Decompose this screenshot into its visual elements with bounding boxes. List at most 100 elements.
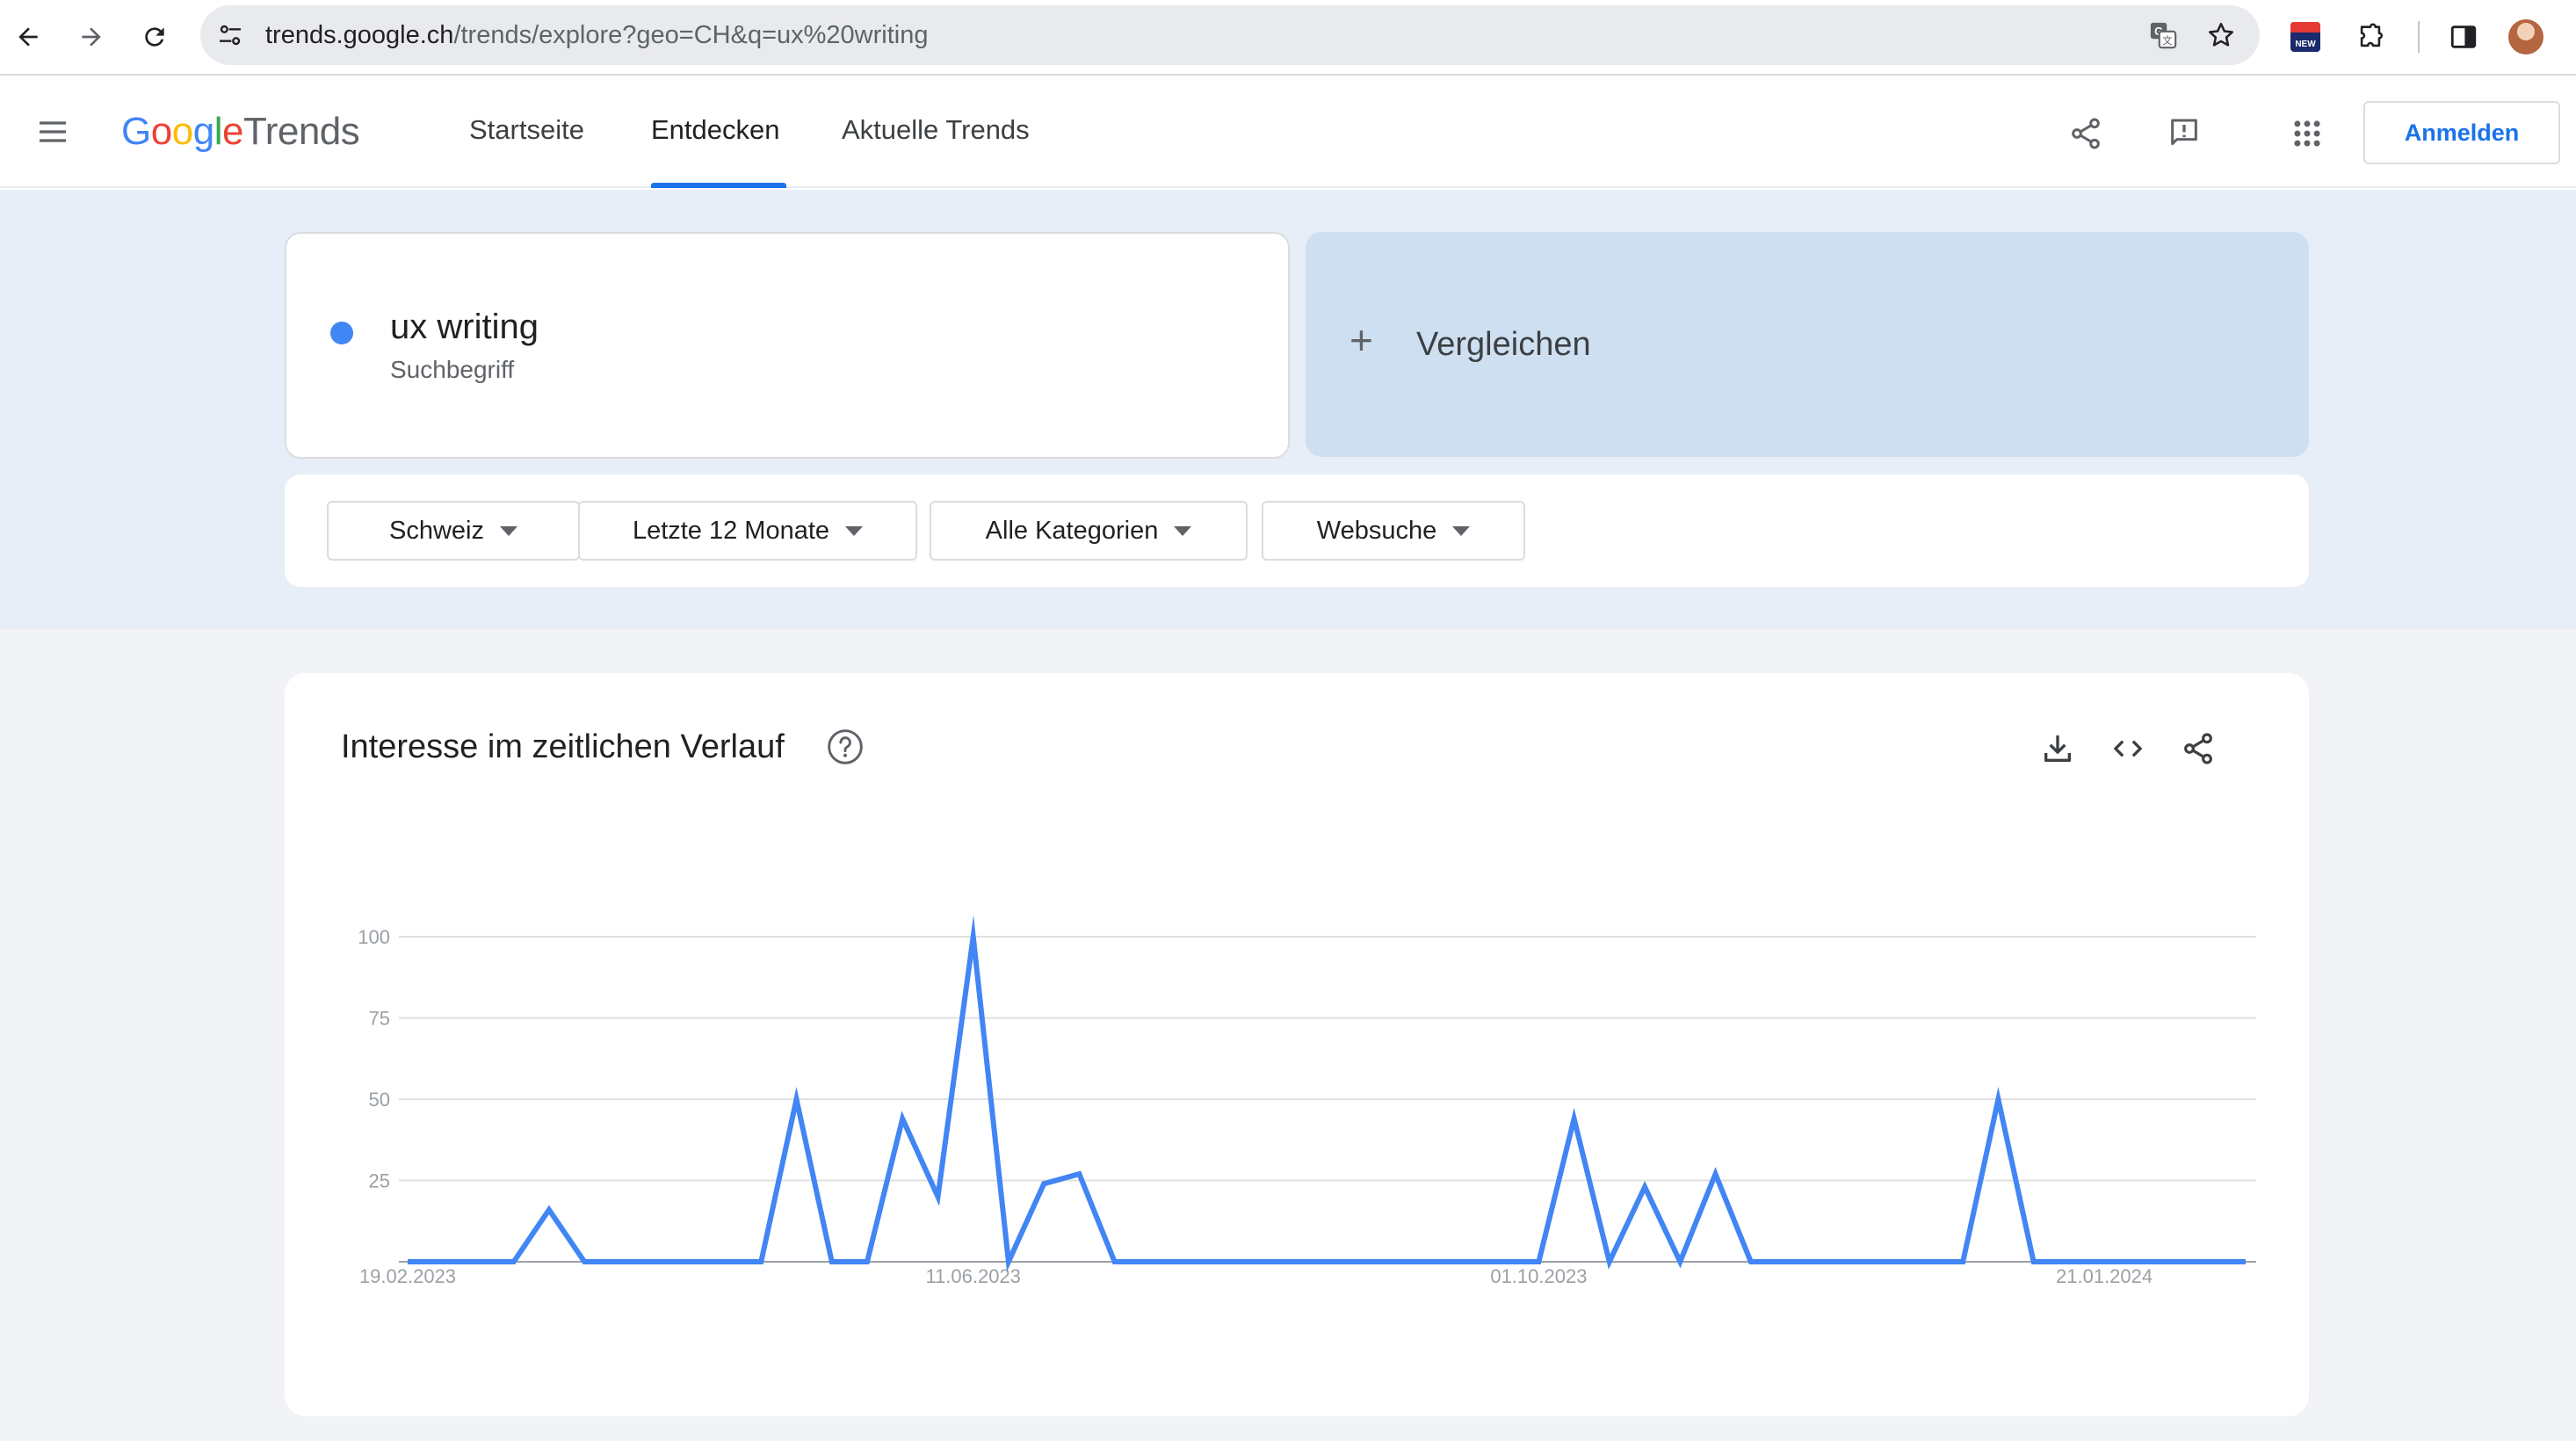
toolbar-divider: [2418, 21, 2420, 53]
data-point[interactable]: [1567, 1112, 1581, 1126]
data-point[interactable]: [1673, 1255, 1687, 1269]
data-point[interactable]: [1213, 1255, 1227, 1269]
data-point[interactable]: [2097, 1255, 2111, 1269]
data-point[interactable]: [612, 1255, 626, 1269]
data-point[interactable]: [648, 1255, 662, 1269]
data-point[interactable]: [754, 1255, 768, 1269]
data-point[interactable]: [2062, 1255, 2076, 1269]
data-point[interactable]: [2168, 1255, 2182, 1269]
data-point[interactable]: [1143, 1255, 1157, 1269]
data-point[interactable]: [2239, 1255, 2253, 1269]
bookmark-star-icon[interactable]: [2205, 19, 2237, 51]
data-point[interactable]: [1037, 1177, 1051, 1191]
data-point[interactable]: [1709, 1167, 1723, 1181]
data-point[interactable]: [1956, 1255, 1970, 1269]
google-trends-logo[interactable]: GoogleTrends: [121, 107, 360, 156]
data-point[interactable]: [1814, 1255, 1828, 1269]
interest-over-time-chart[interactable]: 25507510019.02.2023 11.06.2023 01.10.2023 2…: [285, 673, 2309, 1416]
apps-grid-icon[interactable]: [2286, 112, 2328, 155]
filter-category[interactable]: Alle Kategorien: [930, 501, 1248, 561]
data-point[interactable]: [2027, 1255, 2041, 1269]
chart-title: Interesse im zeitlichen Verlauf: [341, 728, 785, 765]
filter-region[interactable]: Schweiz: [327, 501, 580, 561]
data-point[interactable]: [1496, 1255, 1510, 1269]
embed-code-icon[interactable]: [2107, 728, 2149, 770]
profile-avatar[interactable]: [2508, 19, 2543, 54]
browser-toolbar: trends.google.ch/trends/explore?geo=CH&q…: [0, 0, 2576, 76]
data-point[interactable]: [2132, 1255, 2146, 1269]
share-icon[interactable]: [2177, 728, 2219, 770]
data-point[interactable]: [895, 1112, 909, 1126]
data-point[interactable]: [436, 1255, 450, 1269]
data-point[interactable]: [1531, 1255, 1545, 1269]
data-point[interactable]: [1638, 1180, 1652, 1194]
data-point[interactable]: [1461, 1255, 1475, 1269]
data-point[interactable]: [1779, 1255, 1793, 1269]
data-point[interactable]: [1284, 1255, 1299, 1269]
data-point[interactable]: [966, 930, 980, 944]
data-point[interactable]: [1355, 1255, 1369, 1269]
side-panel-icon[interactable]: [2444, 18, 2483, 56]
data-point[interactable]: [719, 1255, 733, 1269]
extensions-puzzle-icon[interactable]: [2351, 18, 2390, 56]
filter-region-label: Schweiz: [389, 516, 484, 545]
data-point[interactable]: [1744, 1255, 1758, 1269]
data-point[interactable]: [930, 1190, 944, 1204]
url-text[interactable]: trends.google.ch/trends/explore?geo=CH&q…: [265, 21, 928, 49]
menu-icon[interactable]: [33, 112, 72, 151]
data-point[interactable]: [542, 1203, 556, 1217]
data-point[interactable]: [684, 1255, 698, 1269]
data-point[interactable]: [1249, 1255, 1263, 1269]
y-tick-label: 25: [369, 1170, 390, 1192]
tab-startseite[interactable]: Startseite: [469, 112, 584, 148]
news-extension-icon[interactable]: NEW: [2286, 18, 2325, 56]
filter-search-type[interactable]: Websuche: [1262, 501, 1525, 561]
data-point[interactable]: [1921, 1255, 1935, 1269]
data-point[interactable]: [577, 1255, 591, 1269]
y-tick-label: 75: [369, 1008, 390, 1030]
x-tick-label: 11.06.2023: [925, 1265, 1020, 1287]
reload-icon[interactable]: [134, 16, 176, 58]
download-icon[interactable]: [2037, 728, 2079, 770]
forward-icon[interactable]: [70, 16, 112, 58]
logo-trends: Trends: [242, 110, 360, 153]
url-path: /trends/explore?geo=CH&q=ux%20writing: [453, 21, 929, 49]
data-point[interactable]: [1108, 1255, 1122, 1269]
feedback-icon[interactable]: [2163, 112, 2205, 155]
data-point[interactable]: [1885, 1255, 1899, 1269]
signin-button[interactable]: Anmelden: [2363, 101, 2560, 164]
data-point[interactable]: [1178, 1255, 1192, 1269]
interest-over-time-card: 25 50 75 100 19.02.2023 11.06.2023 01.10.2023 2…: [285, 673, 2309, 1416]
logo-letter: e: [221, 110, 243, 153]
data-point[interactable]: [1002, 1255, 1016, 1269]
data-point[interactable]: [1603, 1255, 1617, 1269]
compare-button[interactable]: + Vergleichen: [1306, 232, 2309, 457]
y-tick-label: 50: [369, 1089, 390, 1111]
data-point[interactable]: [1849, 1255, 1863, 1269]
tab-aktuelle-trends[interactable]: Aktuelle Trends: [842, 112, 1030, 148]
data-point[interactable]: [825, 1255, 839, 1269]
data-point[interactable]: [401, 1255, 415, 1269]
address-bar[interactable]: trends.google.ch/trends/explore?geo=CH&q…: [200, 5, 2260, 65]
data-point[interactable]: [471, 1255, 485, 1269]
translate-icon[interactable]: G 文: [2147, 19, 2179, 51]
search-term[interactable]: ux writing: [390, 306, 539, 348]
data-point[interactable]: [507, 1255, 521, 1269]
back-icon[interactable]: [7, 16, 49, 58]
share-icon[interactable]: [2065, 112, 2107, 155]
data-point[interactable]: [1390, 1255, 1404, 1269]
data-point[interactable]: [1072, 1167, 1086, 1181]
site-settings-icon[interactable]: [216, 21, 244, 49]
term-color-dot: [330, 322, 353, 344]
data-point[interactable]: [790, 1092, 804, 1106]
tab-entdecken[interactable]: Entdecken: [651, 112, 780, 148]
filter-time-range[interactable]: Letzte 12 Monate: [578, 501, 917, 561]
data-point[interactable]: [1991, 1092, 2005, 1106]
data-point[interactable]: [860, 1255, 874, 1269]
data-point[interactable]: [1320, 1255, 1334, 1269]
filter-category-label: Alle Kategorien: [985, 516, 1159, 545]
help-icon[interactable]: [826, 728, 865, 766]
data-point[interactable]: [1426, 1255, 1440, 1269]
data-point[interactable]: [2203, 1255, 2218, 1269]
search-term-card[interactable]: ux writing Suchbegriff: [285, 232, 1290, 459]
